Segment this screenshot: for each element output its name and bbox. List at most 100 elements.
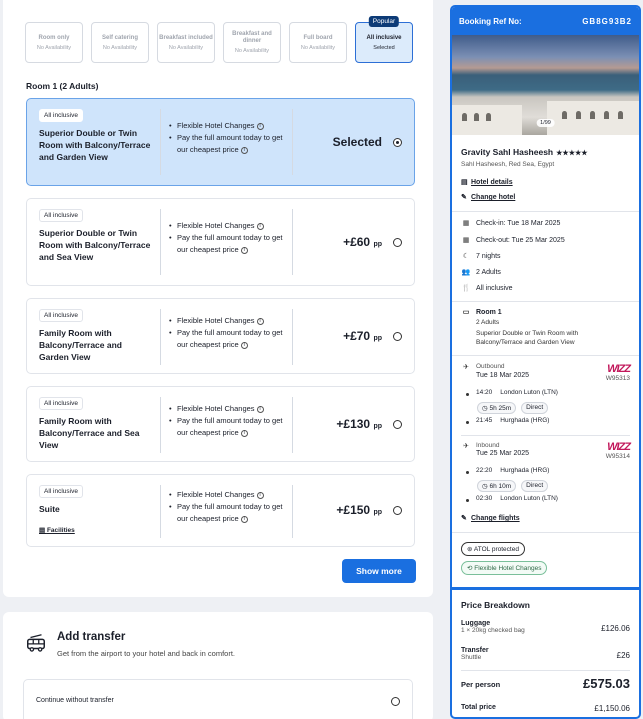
per-person-price: £575.03 [583, 676, 630, 691]
board-self-catering[interactable]: Self catering No Availability [91, 22, 149, 63]
board-all-inclusive[interactable]: Popular All inclusive Selected [355, 16, 413, 63]
info-icon[interactable]: i [240, 341, 248, 349]
divider [160, 209, 161, 275]
inbound-departure: 22:20 Hurghada (HRG) [476, 467, 550, 474]
stops-pill: Direct [521, 480, 549, 492]
room-price: +£130 pp [336, 417, 382, 431]
room-option-0[interactable]: All inclusive Superior Double or Twin Ro… [26, 98, 415, 186]
room-option-2[interactable]: All inclusive Family Room with Balcony/T… [26, 298, 415, 374]
info-icon[interactable]: i [240, 429, 248, 437]
feature-pay-full: Pay the full amount today to get our che… [169, 501, 287, 525]
board-status: No Availability [168, 44, 204, 51]
info-icon[interactable]: i [240, 146, 248, 154]
price-breakdown-title: Price Breakdown [461, 600, 530, 610]
board-room-only[interactable]: Room only No Availability [25, 22, 83, 63]
pencil-icon: ✎ [461, 515, 467, 522]
info-icon[interactable]: i [256, 491, 264, 499]
room-radio[interactable] [393, 420, 402, 429]
airline-logo: WIZZ [607, 363, 631, 375]
room-name: Family Room with Balcony/Terrace and Gar… [39, 328, 122, 362]
facilities-link[interactable]: ▤ Facilities [39, 526, 75, 534]
change-flights-link[interactable]: ✎ Change flights [461, 514, 520, 522]
pencil-icon: ✎ [461, 194, 467, 201]
room-features: Flexible Hotel Changesi Pay the full amo… [169, 120, 287, 156]
room-radio[interactable] [393, 138, 402, 147]
outbound-date: Tue 18 Mar 2025 [476, 372, 530, 379]
divider [160, 397, 161, 453]
outbound-label: Outbound [476, 363, 505, 370]
divider [452, 532, 639, 533]
hotel-details-link[interactable]: ▤ Hotel details [461, 178, 513, 186]
plane-icon: ✈ [463, 364, 469, 371]
info-icon[interactable]: i [256, 317, 264, 325]
clock-pill: ◷ 5h 25m [477, 402, 517, 414]
room-option-1[interactable]: All inclusive Superior Double or Twin Ro… [26, 198, 415, 286]
outbound-departure: 14:20 London Luton (LTN) [476, 389, 558, 396]
outbound-airline: WIZZ W95313 [605, 363, 631, 382]
clock-pill: ◷ 6h 10m [477, 480, 517, 492]
show-more-button[interactable]: Show more [342, 559, 416, 583]
atol-badge: ⊛ ATOL protected [461, 542, 525, 556]
inbound-arrival: 02:30 London Luton (LTN) [476, 495, 558, 502]
board-name: Self catering [101, 34, 138, 41]
outbound-duration: ◷ 5h 25m Direct [477, 402, 549, 414]
divider [160, 109, 161, 175]
timeline-dot [466, 471, 469, 474]
room-section-title: Room 1 (2 Adults) [26, 81, 99, 91]
change-hotel-link[interactable]: ✎ Change hotel [461, 193, 515, 201]
room-label: ▭ Room 1 [462, 308, 502, 317]
plane-icon: ✈ [463, 443, 469, 450]
transfer-price: £26 [616, 651, 630, 660]
shield-icon: ⊛ [467, 546, 474, 553]
room-price: +£150 pp [336, 503, 382, 517]
divider [461, 670, 630, 671]
timeline-dot [466, 421, 469, 424]
bed-icon: ▭ [462, 309, 470, 316]
divider [160, 485, 161, 538]
board-status: No Availability [234, 48, 270, 54]
transfer-radio[interactable] [391, 697, 400, 706]
board-name: Full board [303, 34, 333, 41]
check-out: ▦ Check-out: Tue 25 Mar 2025 [462, 236, 565, 245]
room-radio[interactable] [393, 506, 402, 515]
feature-pay-full: Pay the full amount today to get our che… [169, 132, 287, 156]
feature-flexible: Flexible Hotel Changesi [169, 315, 287, 327]
board-type: 🍴 All inclusive [461, 284, 513, 293]
info-icon[interactable]: i [240, 515, 248, 523]
board-breakfast-included[interactable]: Breakfast included No Availability [157, 22, 215, 63]
image-window [618, 111, 623, 119]
board-tag: All inclusive [39, 485, 83, 498]
room-radio[interactable] [393, 332, 402, 341]
people-icon: 👥 [461, 269, 471, 276]
image-window [604, 111, 609, 119]
info-icon[interactable]: i [240, 246, 248, 254]
room-option-4[interactable]: All inclusive Suite ▤ Facilities Flexibl… [26, 474, 415, 547]
feature-flexible: Flexible Hotel Changesi [169, 220, 287, 232]
hotel-location: Sahl Hasheesh, Red Sea, Egypt [461, 161, 555, 168]
divider [452, 301, 639, 302]
room-radio[interactable] [393, 238, 402, 247]
divider [160, 309, 161, 365]
info-icon[interactable]: i [256, 405, 264, 413]
room-name: Superior Double or Twin Room with Balcon… [39, 128, 151, 162]
hotel-image[interactable]: 1/99 [452, 35, 639, 135]
booking-ref-value: GB8G93B2 [582, 16, 632, 26]
divider [452, 355, 639, 356]
room-selection-card: Room only No Availability Self catering … [3, 0, 433, 597]
board-status: Selected [373, 44, 395, 51]
board-tag: All inclusive [39, 209, 83, 222]
room-features: Flexible Hotel Changesi Pay the full amo… [169, 403, 287, 439]
inbound-airline: WIZZ W95314 [605, 441, 631, 460]
transfer-option-label: Continue without transfer [36, 697, 114, 704]
info-icon[interactable]: i [256, 222, 264, 230]
transfer-option-none[interactable]: Continue without transfer [23, 679, 413, 719]
board-breakfast-dinner[interactable]: Breakfast and dinner No Availability [223, 22, 281, 63]
timeline-dot [466, 499, 469, 502]
total-price: £1,150.06 [594, 704, 630, 713]
room-features: Flexible Hotel Changesi Pay the full amo… [169, 220, 287, 256]
info-icon[interactable]: i [256, 122, 264, 130]
board-full-board[interactable]: Full board No Availability [289, 22, 347, 63]
board-tag: All inclusive [39, 397, 83, 410]
room-option-3[interactable]: All inclusive Family Room with Balcony/T… [26, 386, 415, 462]
facilities-icon: ▤ [39, 527, 47, 534]
